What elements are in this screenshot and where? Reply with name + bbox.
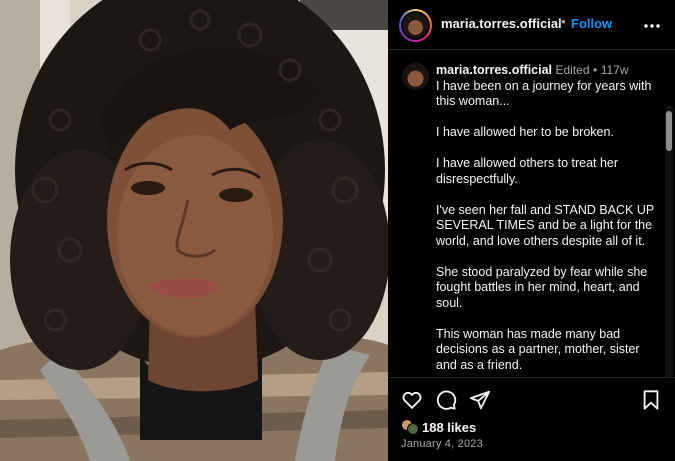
caption-scrollbar[interactable] (665, 105, 673, 377)
heart-icon[interactable] (401, 389, 423, 411)
more-horizontal-icon[interactable] (643, 17, 661, 35)
bookmark-icon[interactable] (640, 389, 662, 411)
scrollbar-thumb[interactable] (666, 111, 672, 151)
author-avatar[interactable] (399, 9, 432, 42)
post-date[interactable]: January 4, 2023 (401, 438, 483, 450)
caption-paragraph: She stood paralyzed by fear while she fo… (436, 264, 648, 310)
post-side-panel: maria.torres.official • Follow maria.tor… (388, 0, 675, 461)
caption-paragraph: I have been on a journey for years with … (436, 78, 652, 109)
caption-paragraph: This woman has made many bad decisions a… (436, 326, 640, 372)
likes-row[interactable]: 188 likes (401, 418, 476, 436)
caption-text: maria.torres.official Edited • 117w I ha… (436, 63, 662, 377)
caption-separator: • (593, 63, 598, 77)
caption-paragraph: I've seen her fall and STAND BACK UP SEV… (436, 202, 654, 248)
post-photo[interactable] (0, 0, 388, 461)
post-header: maria.torres.official • Follow (388, 0, 675, 50)
caption-area[interactable]: maria.torres.official Edited • 117w I ha… (388, 51, 675, 377)
header-separator: • (561, 14, 566, 29)
liker-avatars (401, 418, 419, 436)
portrait-image (0, 0, 388, 461)
liker-avatar (407, 423, 419, 435)
likes-count[interactable]: 188 likes (422, 420, 476, 435)
caption-username[interactable]: maria.torres.official (436, 63, 552, 77)
caption-paragraph: I have allowed others to treat her disre… (436, 156, 619, 186)
caption-paragraph: I have allowed her to be broken. (436, 125, 614, 139)
instagram-post: maria.torres.official • Follow maria.tor… (0, 0, 675, 461)
caption-avatar[interactable] (402, 63, 429, 90)
caption-age: 117w (600, 63, 629, 77)
caption-edited: Edited (555, 63, 590, 77)
comment-icon[interactable] (435, 389, 457, 411)
post-actions: 188 likes January 4, 2023 (388, 377, 675, 461)
follow-button[interactable]: Follow (571, 16, 612, 31)
author-username[interactable]: maria.torres.official (441, 16, 562, 31)
share-icon[interactable] (469, 389, 491, 411)
